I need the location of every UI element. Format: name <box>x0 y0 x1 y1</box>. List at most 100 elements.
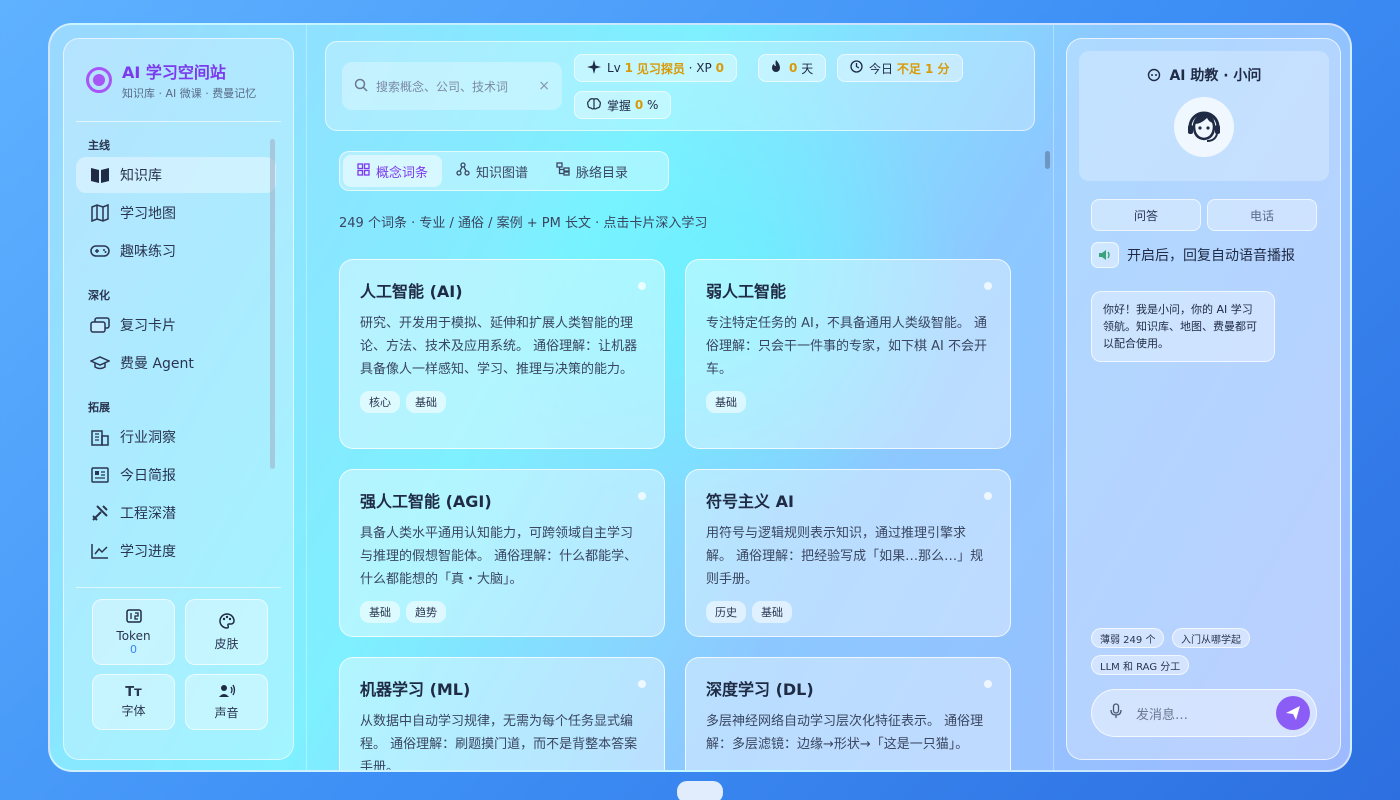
tag[interactable]: 基础 <box>752 601 792 623</box>
main-scrollbar[interactable] <box>1045 145 1050 765</box>
tab-graph[interactable]: 知识图谱 <box>442 155 542 187</box>
mode-phone-button[interactable]: 电话 <box>1207 199 1317 231</box>
mode-qa-button[interactable]: 问答 <box>1091 199 1201 231</box>
skin-button[interactable]: 皮肤 <box>185 599 268 665</box>
tag[interactable]: 历史 <box>706 601 746 623</box>
sidebar-item-label: 工程深潜 <box>120 506 176 522</box>
nav-group-deepen: 深化 <box>88 289 110 302</box>
suggestion-chip[interactable]: 入门从哪学起 <box>1172 628 1250 648</box>
concept-card[interactable]: 弱人工智能 专注特定任务的 AI，不具备通用人类级智能。 通俗理解：只会干一件事… <box>685 259 1011 449</box>
tag[interactable]: 基础 <box>406 391 446 413</box>
tab-concepts[interactable]: 概念词条 <box>343 155 443 187</box>
sidebar-item-label: 知识库 <box>120 168 162 184</box>
send-icon <box>1286 706 1300 720</box>
sparkle-icon <box>587 59 601 77</box>
brain-icon <box>587 97 601 113</box>
book-icon <box>90 166 110 184</box>
font-button[interactable]: Tт 字体 <box>92 674 175 730</box>
sidebar-item-review-cards[interactable]: 复习卡片 <box>76 307 276 343</box>
microphone-icon[interactable] <box>1110 703 1122 723</box>
scrollbar-thumb[interactable] <box>1045 151 1050 169</box>
home-indicator[interactable] <box>677 781 723 800</box>
sidebar-item-knowledge[interactable]: 知识库 <box>76 157 276 193</box>
assistant-name: AI 助教 · 小问 <box>1169 68 1262 84</box>
sidebar-scrollbar[interactable] <box>270 139 275 469</box>
grid-icon <box>357 162 370 180</box>
tag[interactable]: 基础 <box>360 601 400 623</box>
sidebar-item-industry[interactable]: 行业洞察 <box>76 419 276 455</box>
message-input[interactable]: 发消息… <box>1136 704 1276 723</box>
divider-right <box>1053 25 1054 770</box>
concept-card[interactable]: 符号主义 AI 用符号与逻辑规则表示知识，通过推理引擎求解。 通俗理解：把经验写… <box>685 469 1011 637</box>
summary-text: 249 个词条 · 专业 / 通俗 / 案例 + PM 长文 · 点击卡片深入学… <box>339 216 708 231</box>
sidebar-item-progress[interactable]: 学习进度 <box>76 533 276 569</box>
token-button[interactable]: Token 0 <box>92 599 175 665</box>
card-title: 机器学习 (ML) <box>360 680 471 699</box>
streak-value: 0 <box>789 61 798 75</box>
send-button[interactable] <box>1276 696 1310 730</box>
map-icon <box>90 204 110 222</box>
sidebar-item-engineering[interactable]: 工程深潜 <box>76 495 276 531</box>
concept-card[interactable]: 机器学习 (ML) 从数据中自动学习规律，无需为每个任务显式编程。 通俗理解：刷… <box>339 657 665 770</box>
graduation-cap-icon <box>90 354 110 372</box>
building-icon <box>90 428 110 446</box>
avatar <box>1174 97 1234 157</box>
divider <box>76 587 281 588</box>
sidebar-item-label: 今日简报 <box>120 468 176 484</box>
cards-icon <box>90 316 110 334</box>
card-title: 强人工智能 (AGI) <box>360 492 492 511</box>
assistant-message: 你好！我是小问，你的 AI 学习领航。知识库、地图、费曼都可以配合使用。 <box>1091 291 1275 362</box>
mastery-chip: 掌握 0 % <box>574 91 672 119</box>
card-tags: 核心 基础 <box>360 391 644 413</box>
suggestion-chip[interactable]: 薄弱 249 个 <box>1091 628 1165 648</box>
suggestion-chip[interactable]: LLM 和 RAG 分工 <box>1091 655 1190 675</box>
scrollbar-thumb[interactable] <box>270 139 275 469</box>
token-value: 0 <box>130 642 137 656</box>
level-prefix: Lv <box>607 61 621 75</box>
sidebar-item-briefing[interactable]: 今日简报 <box>76 457 276 493</box>
assistant-panel: AI 助教 · 小问 问答 电话 开启后，回复自动语音播报 你好！我是小问，你的… <box>1066 38 1341 760</box>
speaker-icon <box>1099 250 1110 260</box>
sidebar-item-map[interactable]: 学习地图 <box>76 195 276 231</box>
sound-label: 声音 <box>214 705 239 720</box>
concept-card[interactable]: 人工智能 (AI) 研究、开发用于模拟、延伸和扩展人类智能的理论、方法、技术及应… <box>339 259 665 449</box>
skin-label: 皮肤 <box>214 636 239 651</box>
streak-unit: 天 <box>801 61 814 76</box>
card-tags: 基础 趋势 <box>360 601 644 623</box>
tag[interactable]: 基础 <box>706 391 746 413</box>
level-name: 见习探员 <box>636 61 685 76</box>
nav-group-main: 主线 <box>88 139 110 152</box>
concept-card[interactable]: 强人工智能 (AGI) 具备人类水平通用认知能力，可跨领域自主学习与推理的假想智… <box>339 469 665 637</box>
assistant-header: AI 助教 · 小问 <box>1079 51 1329 181</box>
top-bar: 搜索概念、公司、技术词 × Lv 1 见习探员 · XP 0 0 天 今日 不足… <box>325 41 1035 131</box>
sidebar-nav: 主线 知识库 学习地图 趣味练习 深化 复习卡片 费曼 Agent 拓展 行业洞… <box>76 127 276 577</box>
tab-outline[interactable]: 脉络目录 <box>542 155 642 187</box>
level-value: 1 <box>624 61 633 75</box>
tag[interactable]: 核心 <box>360 391 400 413</box>
divider-left <box>306 25 307 770</box>
status-dot <box>984 282 992 290</box>
concept-card[interactable]: 深度学习 (DL) 多层神经网络自动学习层次化特征表示。 通俗理解：多层滤镜：边… <box>685 657 1011 770</box>
search-box[interactable]: 搜索概念、公司、技术词 × <box>342 62 562 110</box>
sidebar-tools: Token 0 皮肤 Tт 字体 声音 <box>92 599 268 731</box>
sidebar-item-practice[interactable]: 趣味练习 <box>76 233 276 269</box>
flame-icon <box>771 60 781 76</box>
status-dot <box>984 680 992 688</box>
mastery-value: 0 <box>634 98 644 112</box>
clear-icon[interactable]: × <box>538 78 550 94</box>
search-input[interactable]: 搜索概念、公司、技术词 <box>376 78 538 95</box>
sidebar-item-label: 学习进度 <box>120 544 176 560</box>
sidebar-item-feynman[interactable]: 费曼 Agent <box>76 345 276 381</box>
counter-icon <box>125 608 142 627</box>
logo-icon <box>86 67 112 93</box>
card-tags: 基础 <box>706 391 990 413</box>
trend-icon <box>90 542 110 560</box>
app-window: AI 学习空间站 知识库 · AI 微课 · 费曼记忆 主线 知识库 学习地图 <box>48 23 1352 772</box>
voice-toggle[interactable] <box>1091 242 1119 268</box>
message-composer: 发消息… <box>1091 689 1317 737</box>
tab-label: 脉络目录 <box>576 165 629 181</box>
sound-button[interactable]: 声音 <box>185 674 268 730</box>
card-title: 弱人工智能 <box>706 282 787 301</box>
sidebar: AI 学习空间站 知识库 · AI 微课 · 费曼记忆 主线 知识库 学习地图 <box>63 38 294 760</box>
tag[interactable]: 趋势 <box>406 601 446 623</box>
